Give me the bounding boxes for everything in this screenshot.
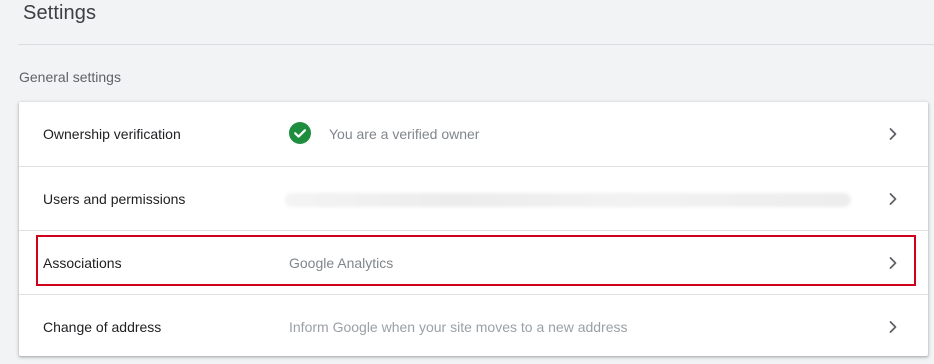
row-label: Ownership verification <box>43 126 181 142</box>
settings-card: Ownership verification You are a verifie… <box>19 102 928 356</box>
settings-row-ownership-verification[interactable]: Ownership verification You are a verifie… <box>19 102 928 166</box>
page-title: Settings <box>23 2 97 24</box>
section-label: General settings <box>19 69 121 85</box>
row-label: Change of address <box>43 319 162 335</box>
row-label: Associations <box>43 255 122 271</box>
row-value: Inform Google when your site moves to a … <box>289 319 628 335</box>
chevron-right-icon <box>883 317 903 337</box>
row-label: Users and permissions <box>43 191 186 207</box>
check-circle-icon <box>289 122 311 144</box>
redacted-value <box>285 193 851 207</box>
chevron-right-icon <box>883 189 903 209</box>
settings-row-users-and-permissions[interactable]: Users and permissions <box>19 167 928 231</box>
chevron-right-icon <box>883 253 903 273</box>
verified-status-text: You are a verified owner <box>329 126 480 142</box>
settings-row-change-of-address[interactable]: Change of address Inform Google when you… <box>19 295 928 359</box>
settings-row-associations[interactable]: Associations Google Analytics <box>19 231 928 295</box>
row-value: Google Analytics <box>289 255 394 271</box>
chevron-right-icon <box>883 124 903 144</box>
header-divider <box>18 44 934 45</box>
